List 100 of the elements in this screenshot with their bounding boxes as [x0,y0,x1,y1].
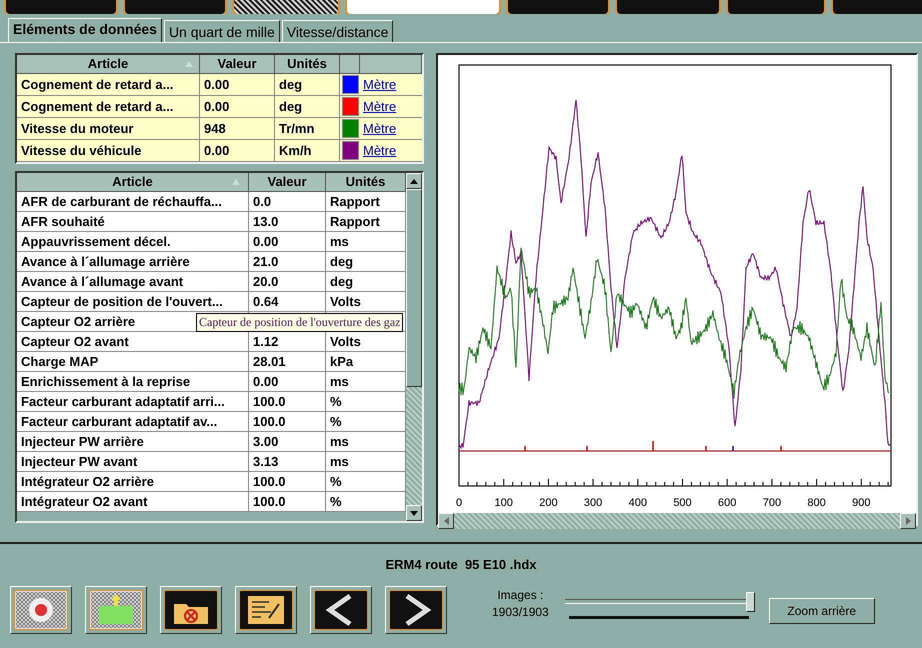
image-counter: 1903/1903 [492,605,549,619]
axis-label: 100 [494,497,513,509]
table-cell: 100.0 [249,392,326,412]
arrow-up-icon [410,178,418,184]
table-cell: Appauvrissement décel. [17,232,249,252]
table-cell: % [326,412,406,432]
column-header[interactable]: Unités [326,173,406,192]
table-cell: Capteur de position de l'ouvert... [17,292,249,312]
axis-label: 700 [762,497,782,509]
axis-label: 500 [673,497,692,509]
table-cell: AFR de carburant de réchauffa... [17,192,249,212]
table-cell: Avance à l´allumage avant [17,272,249,292]
arrow-left-icon [444,517,448,525]
axis-label: 200 [539,497,558,509]
table-cell: Volts [326,292,406,312]
table-cell: ms [326,452,406,472]
import-icon [89,590,143,630]
tooltip: Capteur de position de l'ouverture des gaz [196,313,404,332]
table-cell: 100.0 [249,412,326,432]
table-cell: 3.13 [249,452,326,472]
sort-icon [185,61,193,67]
color-swatch[interactable] [342,97,359,116]
images-label: Images : [497,588,544,602]
table-cell: Injecteur PW arrière [17,432,249,452]
table-cell: Cognement de retard a... [17,96,200,118]
zoom-out-button[interactable]: Zoom arrière [768,598,875,624]
tab[interactable]: Eléments de données [8,18,162,42]
table-cell: deg [275,96,340,118]
table-cell: 100.0 [249,472,326,492]
table-cell: % [326,472,406,492]
table-cell: 0.00 [200,96,275,118]
table-cell: 3.00 [249,432,326,452]
scrollbar[interactable] [438,513,916,529]
table-cell: Km/h [275,140,340,162]
chevron-right-icon [389,590,443,630]
table-cell: 0.00 [200,140,275,162]
table-cell: AFR souhaité [17,212,249,232]
table-cell: Intégrateur O2 avant [17,492,249,512]
scrollbar[interactable] [406,173,422,521]
table-cell: 0.00 [200,74,275,96]
table-cell: kPa [326,352,406,372]
image-slider[interactable] [564,594,755,618]
axis-label: 600 [718,497,736,509]
column-header[interactable]: Article [17,55,200,74]
table-cell: 0.00 [249,372,326,392]
table-cell: 100.0 [249,492,326,512]
table-cell: Facteur carburant adaptatif arri... [17,392,249,412]
file-title: ERM4 route 95 E10 .hdx [386,557,536,572]
axis-label: 300 [584,497,602,509]
table-cell: Charge MAP [17,352,249,372]
table-cell: Cognement de retard a... [17,74,200,96]
table-cell: Vitesse du véhicule [17,140,200,162]
slider-thumb[interactable] [746,592,755,612]
column-header[interactable]: Valeur [200,55,275,74]
table-cell: Vitesse du moteur [17,118,200,140]
table-cell: Tr/mn [275,118,340,140]
table-cell: 948 [200,118,275,140]
table-cell: 20.0 [249,272,326,292]
table-cell: ms [326,232,406,252]
table-cell: deg [326,272,406,292]
notepad-icon [239,590,293,630]
folder-delete-icon [164,590,218,630]
axis-label: 900 [852,497,870,509]
table-cell: Rapport [326,192,406,212]
table-cell: Avance à l´allumage arrière [17,252,249,272]
arrow-down-icon [410,510,418,516]
column-header[interactable]: Unités [275,55,340,74]
axis-label: 400 [628,497,647,509]
sort-icon [232,179,240,185]
tab[interactable]: Vitesse/distance [282,20,394,42]
color-swatch[interactable] [342,119,359,138]
column-header[interactable]: Valeur [249,173,326,192]
table-cell: Injecteur PW avant [17,452,249,472]
chevron-left-icon [314,590,368,630]
table-cell: 0.00 [249,232,326,252]
table-cell: 1.12 [249,332,326,352]
table-cell: 28.01 [249,352,326,372]
table-cell: Facteur carburant adaptatif av... [17,412,249,432]
color-swatch[interactable] [342,75,359,94]
table-cell: 0.0 [249,192,326,212]
table-cell: Intégrateur O2 arrière [17,472,249,492]
table-cell: Enrichissement à la reprise [17,372,249,392]
table-cell: Volts [326,332,406,352]
table-cell: 0.64 [249,292,326,312]
arrow-right-icon [906,517,910,525]
table-cell: ms [326,432,406,452]
table-cell: 13.0 [249,212,326,232]
table-cell: Capteur O2 avant [17,332,249,352]
table-cell: % [326,392,406,412]
axis-label: 800 [807,497,826,509]
record-icon [14,590,68,630]
axis-label: 0 [456,497,462,509]
table-cell: deg [275,74,340,96]
table-cell: deg [326,252,406,272]
table-cell: Rapport [326,212,406,232]
table-cell: ms [326,372,406,392]
column-header[interactable]: Article [17,173,249,192]
tab[interactable]: Un quart de mille [164,20,280,42]
color-swatch[interactable] [342,141,359,160]
table-cell: 21.0 [249,252,326,272]
